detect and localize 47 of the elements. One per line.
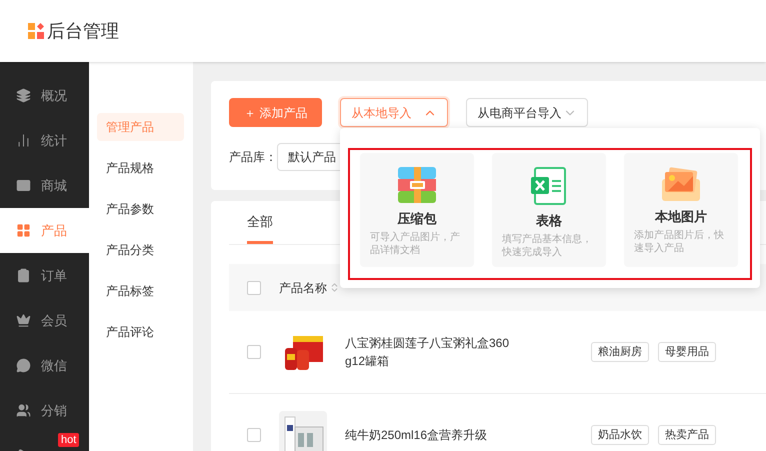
archive-icon xyxy=(398,167,436,203)
checkbox[interactable] xyxy=(247,428,261,442)
spreadsheet-icon xyxy=(531,167,567,205)
import-option[interactable]: 表格 填写产品基本信息，快速完成导入 xyxy=(492,153,606,267)
subnav-item[interactable]: 产品评论 xyxy=(97,318,184,346)
photo-icon xyxy=(662,167,700,201)
option-title: 压缩包 xyxy=(398,210,436,228)
import-option[interactable]: 压缩包 可导入产品图片，产品详情文档 xyxy=(360,153,474,267)
subnav-item[interactable]: 产品标签 xyxy=(97,277,184,305)
app-title: 后台管理 xyxy=(47,20,119,42)
hot-badge: hot xyxy=(58,433,80,447)
option-description: 添加产品图片后，快速导入产品 xyxy=(633,228,725,254)
people-icon xyxy=(16,403,31,418)
category-tag: 奶品水饮 xyxy=(591,425,649,445)
sort-icon[interactable] xyxy=(329,282,340,293)
checkbox[interactable] xyxy=(247,280,261,294)
option-title: 表格 xyxy=(536,212,562,230)
subnav-item[interactable]: 产品规格 xyxy=(97,154,184,182)
sidebar-item[interactable]: 微信 xyxy=(0,343,89,388)
grid-icon xyxy=(16,223,31,238)
platform-import-dropdown[interactable]: 从电商平台导入 xyxy=(466,98,588,127)
library-label: 产品库： xyxy=(229,149,277,166)
product-name: 八宝粥桂圆莲子八宝粥礼盒360g12罐箱 xyxy=(345,335,510,370)
category-tag: 母婴用品 xyxy=(658,342,716,362)
chat-icon xyxy=(16,358,31,373)
column-header: 产品名称 xyxy=(279,280,327,296)
sidebar-item[interactable]: 会员 xyxy=(0,298,89,343)
subnav-item[interactable]: 产品参数 xyxy=(97,195,184,223)
product-name: 纯牛奶250ml16盒营养升级 xyxy=(345,427,488,444)
sidebar-item[interactable]: 订单 xyxy=(0,253,89,298)
checkbox[interactable] xyxy=(247,345,261,359)
sidebar-item[interactable]: 分销 xyxy=(0,388,89,433)
sidebar-item[interactable]: 概况 xyxy=(0,73,89,118)
option-title: 本地图片 xyxy=(655,208,707,226)
sidebar-item[interactable]: 统计 xyxy=(0,118,89,163)
chart-icon xyxy=(16,133,31,148)
logo-icon xyxy=(28,23,44,39)
category-tag: 粮油厨房 xyxy=(591,342,649,362)
crown-icon xyxy=(16,313,31,328)
option-description: 可导入产品图片，产品详情文档 xyxy=(369,230,461,256)
tab[interactable]: 全部 xyxy=(247,212,273,244)
subnav-item[interactable]: 产品分类 xyxy=(97,236,184,264)
category-tag: 热卖产品 xyxy=(658,425,716,445)
option-description: 填写产品基本信息，快速完成导入 xyxy=(500,232,593,258)
layers-icon xyxy=(16,88,31,103)
import-option[interactable]: 本地图片 添加产品图片后，快速导入产品 xyxy=(624,153,738,267)
sidebar-item[interactable]: 商城 xyxy=(0,163,89,208)
